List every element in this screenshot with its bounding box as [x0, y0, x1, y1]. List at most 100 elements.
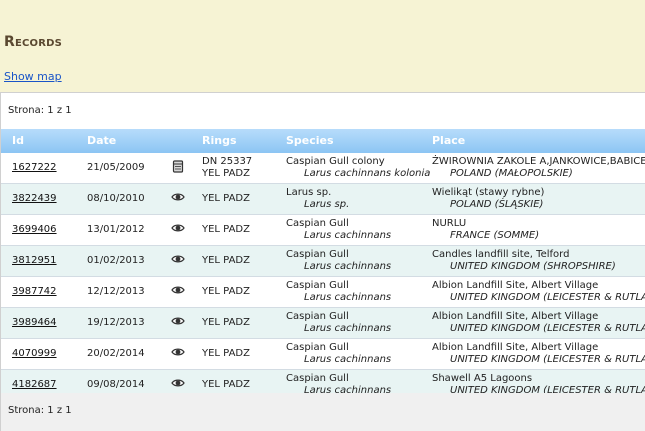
record-species: Caspian Gull Larus cachinnans [286, 218, 391, 242]
ring-code: YEL PADZ [202, 348, 250, 359]
table-row: 4070999 20/02/2014 YEL PADZ Caspian Gull… [1, 339, 645, 370]
eye-icon[interactable] [171, 221, 185, 235]
header-place[interactable]: Place [432, 134, 465, 147]
record-id-link[interactable]: 3989464 [12, 317, 57, 328]
ring-code: DN 25337 [202, 156, 253, 167]
eye-icon[interactable] [171, 252, 185, 266]
species-name: Larus sp. [286, 187, 332, 198]
record-id-link[interactable]: 4182687 [12, 379, 57, 390]
record-id-link[interactable]: 3699406 [12, 224, 57, 235]
eye-icon[interactable] [171, 345, 185, 359]
header-id[interactable]: Id [12, 134, 24, 147]
species-name: Caspian Gull colony [286, 156, 385, 167]
place-region: POLAND (MAŁOPOLSKIE) [450, 168, 573, 179]
eye-icon[interactable] [171, 314, 185, 328]
record-date: 21/05/2009 [87, 162, 145, 173]
header-date[interactable]: Date [87, 134, 116, 147]
record-rings: YEL PADZ [202, 379, 250, 391]
ring-code: YEL PADZ [202, 193, 250, 204]
record-species: Caspian Gull colony Larus cachinnans kol… [286, 156, 430, 180]
record-species: Caspian Gull Larus cachinnans [286, 311, 391, 335]
table-row: 3822439 08/10/2010 YEL PADZ Larus sp. La… [1, 184, 645, 215]
species-name: Caspian Gull [286, 249, 349, 260]
table-footer [1, 393, 645, 431]
record-rings: YEL PADZ [202, 348, 250, 360]
record-id-link[interactable]: 3822439 [12, 193, 57, 204]
eye-icon[interactable] [171, 190, 185, 204]
record-place: NURLU FRANCE (SOMME) [432, 218, 539, 242]
species-latin: Larus cachinnans [304, 230, 392, 241]
record-date: 09/08/2014 [87, 379, 145, 390]
record-rings: DN 25337 YEL PADZ [202, 156, 252, 180]
eye-icon[interactable] [171, 376, 185, 390]
species-name: Caspian Gull [286, 218, 349, 229]
record-date: 20/02/2014 [87, 348, 145, 359]
record-species: Caspian Gull Larus cachinnans [286, 342, 391, 366]
table-row: 3812951 01/02/2013 YEL PADZ Caspian Gull… [1, 246, 645, 277]
record-place: Candles landfill site, Telford UNITED KI… [432, 249, 616, 273]
table-row: 3699406 13/01/2012 YEL PADZ Caspian Gull… [1, 215, 645, 246]
record-species: Caspian Gull Larus cachinnans [286, 249, 391, 273]
ring-code: YEL PADZ [202, 224, 250, 235]
pager-bottom: Strona: 1 z 1 [8, 405, 72, 416]
record-date: 12/12/2013 [87, 286, 145, 297]
record-date: 13/01/2012 [87, 224, 145, 235]
table-row: 3989464 19/12/2013 YEL PADZ Caspian Gull… [1, 308, 645, 339]
record-id-link[interactable]: 3987742 [12, 286, 57, 297]
record-id-link[interactable]: 3812951 [12, 255, 57, 266]
species-name: Caspian Gull [286, 342, 349, 353]
place-name: Albion Landfill Site, Albert Village [432, 311, 599, 322]
record-rings: YEL PADZ [202, 193, 250, 205]
record-rings: YEL PADZ [202, 286, 250, 298]
record-rings: YEL PADZ [202, 224, 250, 236]
table-row: 1627222 21/05/2009 DN 25337 YEL PADZ Casp… [1, 153, 645, 184]
place-name: Albion Landfill Site, Albert Village [432, 342, 599, 353]
ring-code: YEL PADZ [202, 317, 250, 328]
ring-code-secondary: YEL PADZ [202, 168, 250, 179]
place-region: UNITED KINGDOM (SHROPSHIRE) [450, 261, 616, 272]
place-name: Albion Landfill Site, Albert Village [432, 280, 599, 291]
records-table: Id Date Rings Species Place 1627222 21/0… [1, 129, 645, 401]
record-date: 19/12/2013 [87, 317, 145, 328]
species-latin: Larus cachinnans [304, 261, 392, 272]
table-body: 1627222 21/05/2009 DN 25337 YEL PADZ Casp… [1, 153, 645, 401]
ring-code: YEL PADZ [202, 379, 250, 390]
archive-icon[interactable] [171, 159, 185, 173]
ring-code: YEL PADZ [202, 255, 250, 266]
pager-top: Strona: 1 z 1 [8, 105, 72, 116]
species-name: Caspian Gull [286, 311, 349, 322]
record-species: Larus sp. Larus sp. [286, 187, 349, 211]
header-species[interactable]: Species [286, 134, 334, 147]
species-latin: Larus cachinnans kolonia [304, 168, 431, 179]
record-place: Albion Landfill Site, Albert Village UNI… [432, 342, 645, 366]
species-name: Caspian Gull [286, 373, 349, 384]
record-date: 08/10/2010 [87, 193, 145, 204]
record-date: 01/02/2013 [87, 255, 145, 266]
place-name: Shawell A5 Lagoons [432, 373, 533, 384]
header-rings[interactable]: Rings [202, 134, 237, 147]
record-place: Wielikąt (stawy rybne) POLAND (ŚLĄSKIE) [432, 187, 544, 211]
species-name: Caspian Gull [286, 280, 349, 291]
species-latin: Larus cachinnans [304, 292, 392, 303]
species-latin: Larus cachinnans [304, 354, 392, 365]
record-place: Albion Landfill Site, Albert Village UNI… [432, 311, 645, 335]
place-region: UNITED KINGDOM (LEICESTER & RUTLAND) [450, 354, 645, 365]
show-map-link[interactable]: Show map [4, 70, 62, 83]
record-place: ŻWIROWNIA ZAKOLE A,JANKOWICE,BABICE POLA… [432, 156, 645, 180]
place-region: POLAND (ŚLĄSKIE) [450, 199, 544, 210]
species-latin: Larus sp. [304, 199, 350, 210]
records-panel: Strona: 1 z 1 Id Date Rings Species Plac… [0, 92, 645, 431]
record-id-link[interactable]: 1627222 [12, 162, 57, 173]
record-rings: YEL PADZ [202, 317, 250, 329]
table-header: Id Date Rings Species Place [1, 129, 645, 153]
ring-code: YEL PADZ [202, 286, 250, 297]
place-name: NURLU [432, 218, 467, 229]
eye-icon[interactable] [171, 283, 185, 297]
place-name: Wielikąt (stawy rybne) [432, 187, 545, 198]
place-region: UNITED KINGDOM (LEICESTER & RUTLAND) [450, 292, 645, 303]
place-region: FRANCE (SOMME) [450, 230, 540, 241]
record-species: Caspian Gull Larus cachinnans [286, 280, 391, 304]
record-id-link[interactable]: 4070999 [12, 348, 57, 359]
table-row: 3987742 12/12/2013 YEL PADZ Caspian Gull… [1, 277, 645, 308]
place-name: Candles landfill site, Telford [432, 249, 570, 260]
